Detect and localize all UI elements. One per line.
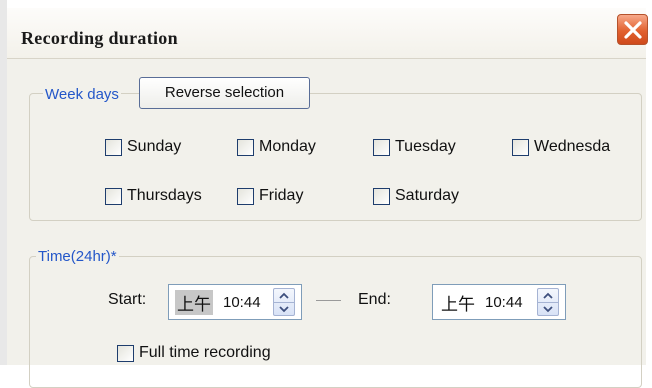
spinner-down[interactable] xyxy=(274,302,294,315)
checkbox-box[interactable] xyxy=(117,344,134,362)
day-label: Thursdays xyxy=(127,187,202,204)
reverse-selection-button[interactable]: Reverse selection xyxy=(139,77,310,109)
day-label: Monday xyxy=(259,138,316,155)
window-right-edge xyxy=(646,0,652,365)
day-label: Saturday xyxy=(395,187,460,204)
dialog-title: Recording duration xyxy=(21,28,178,48)
spinner-up[interactable] xyxy=(538,289,558,303)
end-time-spinner[interactable] xyxy=(537,288,559,316)
week-days-legend: Week days xyxy=(43,85,121,103)
checkbox-box[interactable] xyxy=(373,138,390,156)
title-bar: Recording duration xyxy=(7,8,646,59)
day-label: Friday xyxy=(259,187,304,204)
range-separator xyxy=(316,300,341,301)
checkbox-box[interactable] xyxy=(512,138,529,156)
time-legend: Time(24hr)* xyxy=(36,247,119,265)
checkbox-box[interactable] xyxy=(105,187,122,205)
end-time-field[interactable]: 上午 10:44 xyxy=(432,284,566,320)
close-button[interactable] xyxy=(617,14,648,45)
end-label: End: xyxy=(358,291,391,308)
spinner-up[interactable] xyxy=(274,289,294,303)
window-top-edge xyxy=(0,0,652,8)
time-group xyxy=(29,256,642,388)
day-checkbox-wednesday[interactable]: Wednesda xyxy=(512,138,610,156)
checkbox-box[interactable] xyxy=(237,138,254,156)
full-time-recording-checkbox[interactable]: Full time recording xyxy=(117,344,271,362)
day-checkbox-tuesday[interactable]: Tuesday xyxy=(373,138,456,156)
recording-duration-dialog: Recording duration Week days Reverse sel… xyxy=(0,0,652,388)
chevron-down-icon xyxy=(543,306,553,313)
start-label: Start: xyxy=(108,291,147,308)
time-legend-row: Time(24hr)* xyxy=(36,244,119,268)
spinner-down[interactable] xyxy=(538,302,558,315)
day-checkbox-thursday[interactable]: Thursdays xyxy=(105,187,202,205)
day-checkbox-saturday[interactable]: Saturday xyxy=(373,187,459,205)
chevron-up-icon xyxy=(279,292,289,299)
checkbox-box[interactable] xyxy=(373,187,390,205)
start-ampm[interactable]: 上午 xyxy=(175,290,213,315)
close-icon xyxy=(624,21,642,39)
end-time-value[interactable]: 10:44 xyxy=(485,294,533,311)
week-days-legend-row: Week days xyxy=(43,82,121,106)
day-label: Tuesday xyxy=(395,138,456,155)
end-ampm[interactable]: 上午 xyxy=(439,290,477,315)
start-time-value[interactable]: 10:44 xyxy=(223,294,269,311)
window-left-edge xyxy=(0,0,7,365)
checkbox-box[interactable] xyxy=(237,187,254,205)
day-label: Wednesda xyxy=(534,138,611,155)
day-label: Sunday xyxy=(127,138,182,155)
day-checkbox-friday[interactable]: Friday xyxy=(237,187,303,205)
full-time-recording-label: Full time recording xyxy=(139,344,271,361)
chevron-down-icon xyxy=(279,306,289,313)
day-checkbox-monday[interactable]: Monday xyxy=(237,138,316,156)
start-time-field[interactable]: 上午 10:44 xyxy=(168,284,302,320)
chevron-up-icon xyxy=(543,292,553,299)
start-time-spinner[interactable] xyxy=(273,288,295,316)
checkbox-box[interactable] xyxy=(105,138,122,156)
day-checkbox-sunday[interactable]: Sunday xyxy=(105,138,181,156)
